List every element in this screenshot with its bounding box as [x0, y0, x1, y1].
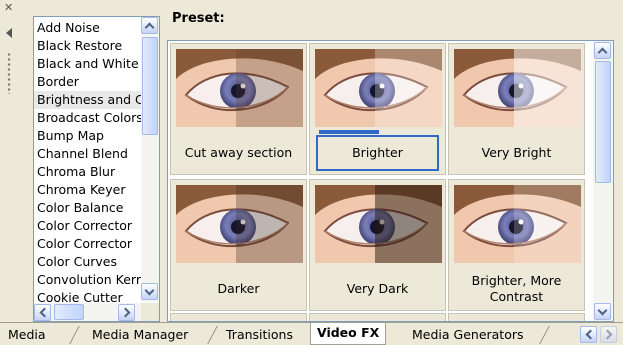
tab-divider: [539, 326, 550, 344]
close-icon[interactable]: ✕: [4, 2, 13, 14]
preset-item[interactable]: Very Bright: [448, 43, 585, 175]
tab-media[interactable]: Media: [2, 326, 52, 344]
preset-item-partial[interactable]: [309, 313, 446, 321]
preset-thumbnail: [176, 185, 303, 263]
preset-caption: Cut away section: [184, 145, 293, 160]
scroll-up-button[interactable]: [594, 42, 611, 59]
list-item-selected[interactable]: Brightness and C: [34, 91, 141, 109]
tab-divider: [69, 326, 80, 344]
list-item[interactable]: Channel Blend: [34, 145, 141, 163]
list-item[interactable]: Chroma Keyer: [34, 181, 141, 199]
scroll-thumb[interactable]: [142, 37, 158, 135]
list-item[interactable]: Broadcast Colors: [34, 109, 141, 127]
preset-thumbnail: [315, 49, 442, 127]
tab-media-manager[interactable]: Media Manager: [86, 326, 194, 344]
scroll-corner: [141, 303, 159, 321]
list-item[interactable]: Convolution Kerr: [34, 271, 141, 289]
list-item[interactable]: Color Corrector: [34, 235, 141, 253]
chevron-left-icon: [39, 307, 50, 318]
preset-caption: Very Dark: [346, 281, 409, 296]
preset-thumbnail: [454, 49, 581, 127]
preset-label: Preset:: [172, 11, 225, 26]
preset-item-focused[interactable]: Brighter: [309, 43, 446, 175]
preset-caption: Brighter, More Contrast: [471, 273, 562, 304]
chevron-down-icon: [597, 305, 608, 316]
scroll-down-button[interactable]: [141, 283, 158, 300]
scroll-down-button[interactable]: [594, 303, 611, 320]
preset-item[interactable]: Cut away section: [170, 43, 307, 175]
tab-transitions[interactable]: Transitions: [220, 326, 299, 344]
preset-thumbnail: [176, 49, 303, 127]
chevron-right-icon: [602, 329, 613, 340]
effects-items: Add Noise Black Restore Black and White …: [34, 19, 141, 302]
scroll-right-button[interactable]: [118, 304, 135, 321]
preset-thumbnail: [454, 185, 581, 263]
list-item[interactable]: Add Noise: [34, 19, 141, 37]
chevron-up-icon: [597, 47, 608, 58]
window-tab-bar: Media Media Manager Transitions Video FX…: [0, 322, 623, 345]
effects-horizontal-scrollbar[interactable]: [34, 303, 141, 321]
preset-item-partial[interactable]: [448, 313, 585, 321]
preset-panel: Cut away section Brighter Very Bright Da…: [167, 40, 614, 322]
list-item[interactable]: Bump Map: [34, 127, 141, 145]
tab-media-generators[interactable]: Media Generators: [406, 326, 530, 344]
scroll-thumb[interactable]: [54, 304, 84, 320]
scroll-up-button[interactable]: [141, 17, 158, 34]
list-item[interactable]: Color Corrector: [34, 217, 141, 235]
tab-scroll-right-button[interactable]: [600, 326, 617, 343]
preset-item[interactable]: Brighter, More Contrast: [448, 179, 585, 311]
effects-vertical-scrollbar[interactable]: [141, 17, 159, 302]
preset-vertical-scrollbar[interactable]: [593, 41, 613, 321]
list-item[interactable]: Border: [34, 73, 141, 91]
collapse-left-icon[interactable]: [6, 28, 12, 38]
list-item[interactable]: Color Balance: [34, 199, 141, 217]
list-item[interactable]: Black Restore: [34, 37, 141, 55]
preset-caption: Very Bright: [481, 145, 552, 160]
preset-item-partial[interactable]: [170, 313, 307, 321]
chevron-up-icon: [144, 22, 155, 33]
preview-progress-bar: [319, 130, 379, 134]
window-gripper[interactable]: ✕: [0, 0, 30, 322]
preset-grid: Cut away section Brighter Very Bright Da…: [168, 41, 593, 321]
list-item[interactable]: Black and White: [34, 55, 141, 73]
list-item[interactable]: Chroma Blur: [34, 163, 141, 181]
preset-item[interactable]: Darker: [170, 179, 307, 311]
chevron-left-icon: [585, 329, 596, 340]
tab-video-fx[interactable]: Video FX: [310, 323, 387, 345]
scroll-thumb[interactable]: [595, 61, 611, 183]
list-item[interactable]: Cookie Cutter: [34, 289, 141, 302]
chevron-down-icon: [144, 285, 155, 296]
preset-caption: Darker: [217, 281, 260, 296]
tab-scroll-left-button[interactable]: [580, 326, 597, 343]
preset-caption: Brighter: [316, 135, 439, 171]
list-item[interactable]: Color Curves: [34, 253, 141, 271]
tab-divider: [207, 326, 218, 344]
scroll-left-button[interactable]: [34, 304, 51, 321]
chevron-right-icon: [120, 307, 131, 318]
preset-item[interactable]: Very Dark: [309, 179, 446, 311]
effects-list[interactable]: Add Noise Black Restore Black and White …: [33, 16, 160, 322]
grip-handle-icon[interactable]: [7, 52, 11, 94]
preset-thumbnail: [315, 185, 442, 263]
